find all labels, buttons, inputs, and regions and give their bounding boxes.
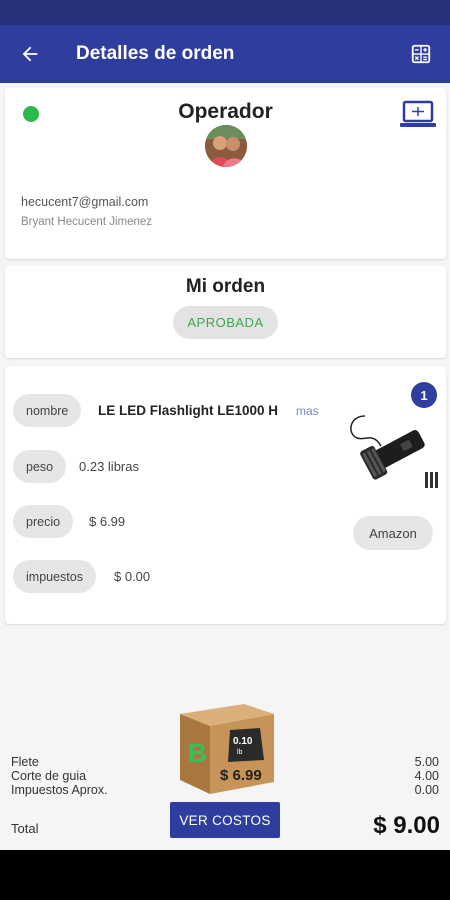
more-link[interactable]: mas xyxy=(296,404,319,418)
order-title: Mi orden xyxy=(185,276,266,297)
quantity-badge: 1 xyxy=(411,382,437,408)
page-title: Detalles de orden xyxy=(76,43,235,64)
name-label-chip: nombre xyxy=(13,394,82,427)
product-image[interactable] xyxy=(345,408,440,496)
tax-label-chip: impuestos xyxy=(13,560,96,593)
box-weight: 0.10 xyxy=(233,736,253,747)
order-card: Mi orden APROBADA xyxy=(5,266,446,358)
status-bar xyxy=(0,0,450,25)
summary-label: Impuestos Aprox. xyxy=(11,783,108,797)
system-nav-bar xyxy=(0,850,450,900)
summary-value: 5.00 xyxy=(414,755,439,769)
operator-email: hecucent7@gmail.com xyxy=(21,195,149,209)
total-label: Total xyxy=(11,821,39,836)
calculator-icon[interactable] xyxy=(392,25,450,83)
app-bar: Detalles de orden xyxy=(0,25,450,83)
view-costs-button[interactable]: VER COSTOS xyxy=(170,802,280,838)
product-name: LE LED Flashlight LE1000 H xyxy=(98,403,279,418)
avatar[interactable] xyxy=(205,125,247,167)
weight-label-chip: peso xyxy=(13,450,67,483)
summary-value: 4.00 xyxy=(414,769,439,783)
arrow-left-icon[interactable] xyxy=(0,25,60,83)
operator-name: Bryant Hecucent Jimenez xyxy=(21,216,153,228)
total-value: $ 9.00 xyxy=(373,812,440,839)
product-weight: 0.23 libras xyxy=(79,459,139,474)
summary-label: Flete xyxy=(11,755,39,769)
operator-title: Operador xyxy=(178,100,273,123)
summary-value: 0.00 xyxy=(414,783,439,797)
price-label-chip: precio xyxy=(13,505,74,538)
product-price: $ 6.99 xyxy=(89,514,126,529)
order-status-badge: APROBADA xyxy=(173,306,278,339)
product-tax: $ 0.00 xyxy=(114,569,151,584)
summary-row-freight: Flete 5.00 xyxy=(11,755,439,769)
laptop-icon[interactable] xyxy=(398,100,438,130)
summary-row-guide: Corte de guia 4.00 xyxy=(11,769,439,783)
amazon-store-button[interactable]: Amazon xyxy=(353,516,433,550)
summary-label: Corte de guia xyxy=(11,769,87,783)
operator-card: Operador hecucent7@gmail.com Bryant Hecu… xyxy=(5,88,446,259)
summary-row-taxes: Impuestos Aprox. 0.00 xyxy=(11,783,439,797)
product-card: nombre LE LED Flashlight LE1000 H mas pe… xyxy=(5,366,446,624)
